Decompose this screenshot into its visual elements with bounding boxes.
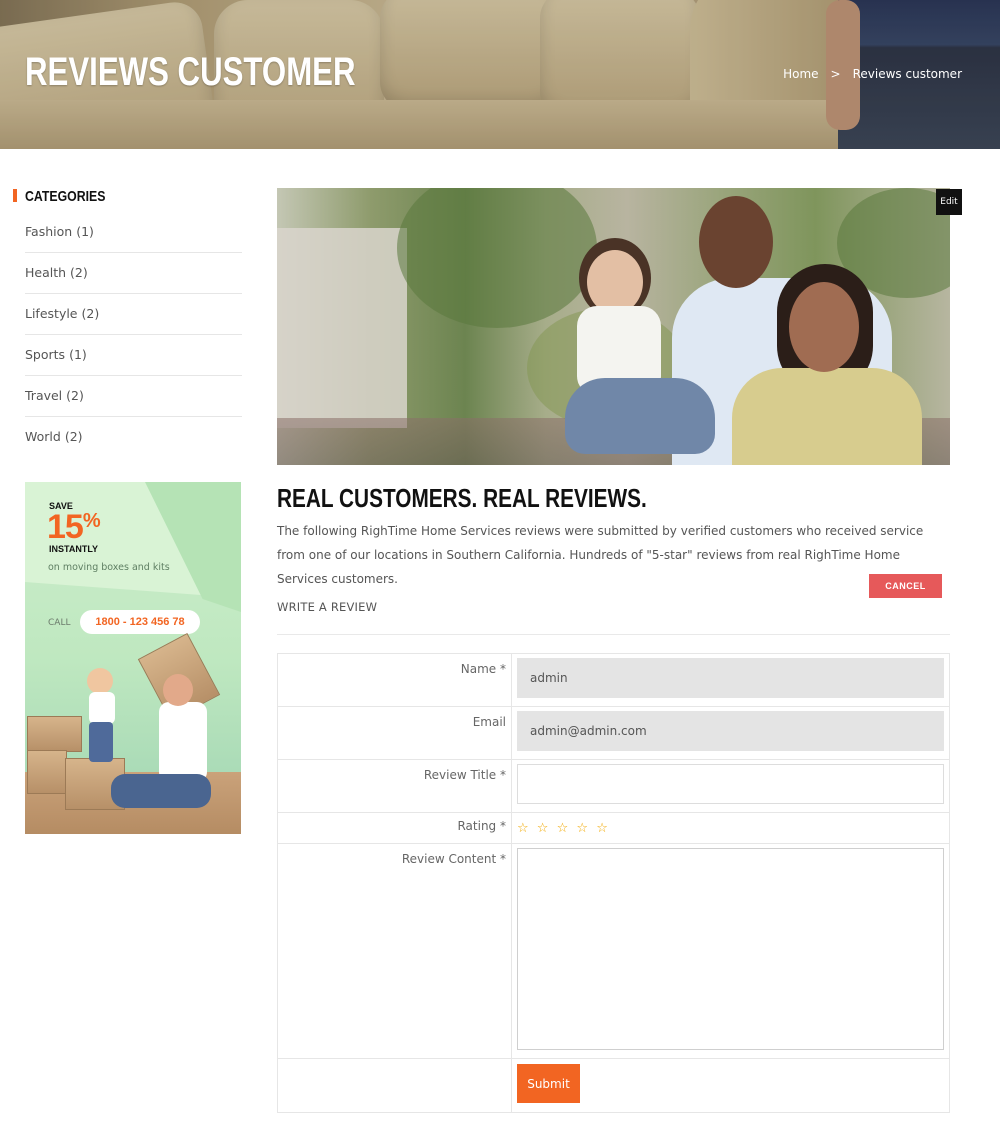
content-description: The following RighTime Home Services rev… [277,524,924,586]
promo-instantly: INSTANTLY [49,544,99,554]
promo-percent-sign: % [82,510,101,532]
child-figure [87,668,113,694]
categories-heading: CATEGORIES [13,188,242,208]
category-count: (2) [81,306,100,321]
category-list: Fashion (1) Health (2) Lifestyle (2) Sports… [13,212,242,458]
heading-accent-bar [13,189,17,202]
category-count: (2) [64,429,83,444]
moving-box [27,750,67,794]
category-name[interactable]: Health [25,265,66,280]
form-row-review-title: Review Title * [277,759,950,813]
review-content-cell [511,843,950,1059]
photo-background-house [277,228,407,428]
breadcrumb-current: Reviews customer [852,67,962,81]
category-name[interactable]: World [25,429,61,444]
category-item-health[interactable]: Health (2) [25,253,242,294]
breadcrumb: Home > Reviews customer [783,67,962,81]
category-name[interactable]: Sports [25,347,65,362]
submit-button[interactable]: Submit [517,1064,580,1103]
promo-percent: 15% [47,508,101,547]
category-item-fashion[interactable]: Fashion (1) [25,212,242,253]
submit-cell: Submit [511,1058,950,1113]
form-row-name: Name * [277,653,950,707]
email-label: Email [277,706,512,760]
email-field[interactable] [517,711,944,751]
category-count: (1) [69,347,87,362]
name-label: Name * [277,653,512,707]
category-count: (2) [70,265,88,280]
form-row-submit: Submit [277,1058,950,1113]
email-cell [511,706,950,760]
hero-banner: REVIEWS CUSTOMER Home > Reviews customer [0,0,1000,149]
review-form: Name * Email Review Title * Rating * ☆ ☆… [277,653,950,1113]
category-item-lifestyle[interactable]: Lifestyle (2) [25,294,242,335]
photo-girl [565,378,715,454]
photo-man [699,196,773,288]
page-title: REVIEWS CUSTOMER [25,50,356,94]
form-row-rating: Rating * ☆ ☆ ☆ ☆ ☆ [277,812,950,844]
category-item-travel[interactable]: Travel (2) [25,376,242,417]
star-icon[interactable]: ☆ [517,821,531,836]
family-photo [277,188,950,465]
categories-heading-text: CATEGORIES [25,188,106,205]
star-icon[interactable]: ☆ [537,821,551,836]
moving-box [27,716,82,752]
cancel-button[interactable]: CANCEL [869,574,942,598]
write-review-label: WRITE A REVIEW [277,600,378,614]
content-title: REAL CUSTOMERS. REAL REVIEWS. [277,483,950,517]
content-title-text: REAL CUSTOMERS. REAL REVIEWS. [277,483,647,513]
category-name[interactable]: Travel [25,388,62,403]
photo-woman [732,368,922,465]
name-field[interactable] [517,658,944,698]
rating-cell: ☆ ☆ ☆ ☆ ☆ [511,812,950,844]
category-item-sports[interactable]: Sports (1) [25,335,242,376]
star-icon[interactable]: ☆ [596,821,610,836]
review-title-cell [511,759,950,813]
star-icon[interactable]: ☆ [576,821,590,836]
form-row-review-content: Review Content * [277,843,950,1059]
mother-figure [159,702,207,782]
photo-girl [587,250,643,314]
breadcrumb-separator: > [830,67,841,81]
empty-cell [277,1058,512,1113]
promo-call-label: CALL [48,618,71,628]
mother-figure [111,774,211,808]
review-content-field[interactable] [517,848,944,1050]
divider [277,634,950,635]
photo-woman [789,282,859,372]
promo-percent-value: 15 [47,508,84,546]
category-name[interactable]: Fashion [25,224,72,239]
promo-subtitle: on moving boxes and kits [48,562,170,573]
promo-phone[interactable]: 1800 - 123 456 78 [80,610,200,634]
category-count: (2) [66,388,84,403]
breadcrumb-home-link[interactable]: Home [783,67,818,81]
form-row-email: Email [277,706,950,760]
main-content: REAL CUSTOMERS. REAL REVIEWS. The follow… [277,188,950,1113]
review-content-label: Review Content * [277,843,512,1059]
edit-button[interactable]: Edit [936,189,962,215]
photo-foliage [397,188,597,328]
rating-stars: ☆ ☆ ☆ ☆ ☆ [517,817,944,836]
sidebar: CATEGORIES Fashion (1) Health (2) Lifestyl… [13,188,242,458]
name-cell [511,653,950,707]
rating-label: Rating * [277,812,512,844]
star-icon[interactable]: ☆ [557,821,571,836]
category-count: (1) [76,224,94,239]
review-title-field[interactable] [517,764,944,804]
mother-figure [163,674,193,706]
review-title-label: Review Title * [277,759,512,813]
child-figure [89,692,115,724]
category-name[interactable]: Lifestyle [25,306,78,321]
promo-banner[interactable]: SAVE 15% INSTANTLY on moving boxes and k… [25,482,241,834]
child-figure [89,722,113,762]
category-item-world[interactable]: World (2) [25,417,242,458]
